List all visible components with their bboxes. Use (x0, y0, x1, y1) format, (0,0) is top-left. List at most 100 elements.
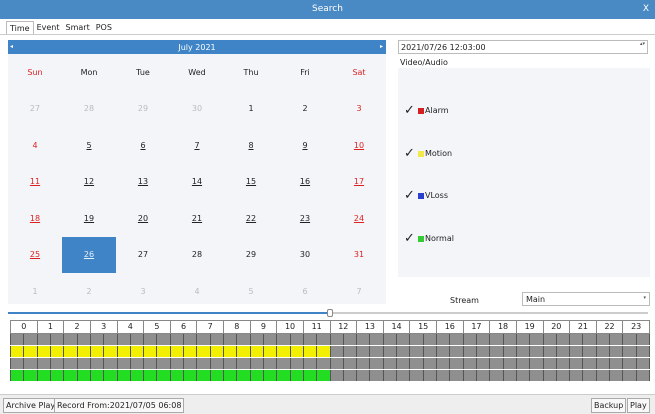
timeline-cell[interactable] (397, 370, 411, 381)
timeline-cell[interactable] (317, 346, 331, 357)
timeline-cell[interactable] (383, 358, 398, 369)
timeline-cell[interactable] (410, 346, 424, 357)
calendar-day[interactable]: 6 (116, 127, 170, 164)
timeline-row[interactable] (10, 370, 650, 382)
calendar-day[interactable]: 31 (332, 237, 386, 274)
timeline-cell[interactable] (583, 334, 597, 345)
timeline-cell[interactable] (343, 370, 358, 381)
timeline-cell[interactable] (330, 334, 344, 345)
timeline-cell[interactable] (37, 370, 51, 381)
timeline-cell[interactable] (330, 358, 344, 369)
timeline-cell[interactable] (463, 346, 477, 357)
calendar-day[interactable]: 27 (116, 237, 170, 274)
timeline-cell[interactable] (556, 346, 571, 357)
timeline-cell[interactable] (77, 370, 91, 381)
calendar-day[interactable]: 29 (224, 237, 278, 274)
timeline-cell[interactable] (237, 346, 251, 357)
timeline-cell[interactable] (130, 334, 145, 345)
timeline-cell[interactable] (423, 334, 437, 345)
calendar-day[interactable]: 17 (332, 164, 386, 201)
play-button[interactable]: Play (627, 398, 650, 413)
backup-button[interactable]: Backup (591, 398, 627, 413)
timeline-cell[interactable] (410, 358, 424, 369)
timeline-cell[interactable] (623, 370, 637, 381)
timeline-cell[interactable] (543, 334, 557, 345)
timeline-cell[interactable] (197, 358, 211, 369)
calendar-day[interactable]: 15 (224, 164, 278, 201)
timeline-cell[interactable] (263, 370, 278, 381)
timeline-cell[interactable] (10, 358, 25, 369)
timeline-cell[interactable] (210, 346, 224, 357)
timeline-cell[interactable] (450, 334, 464, 345)
datetime-input[interactable]: 2021/07/26 12:03:00 ▴▾ (398, 40, 648, 54)
timeline-cell[interactable] (303, 334, 318, 345)
timeline-cell[interactable] (157, 346, 171, 357)
timeline-cell[interactable] (197, 334, 211, 345)
timeline-cell[interactable] (170, 334, 185, 345)
timeline-cell[interactable] (370, 334, 384, 345)
timeline-cell[interactable] (10, 346, 25, 357)
timeline-cell[interactable] (317, 358, 331, 369)
timeline-cell[interactable] (383, 346, 398, 357)
calendar-day-selected[interactable]: 26 (62, 236, 116, 273)
timeline-cell[interactable] (237, 358, 251, 369)
calendar-day[interactable]: 16 (278, 164, 332, 201)
timeline-cell[interactable] (503, 358, 517, 369)
tab-smart[interactable]: Smart (63, 21, 93, 35)
timeline-cell[interactable] (423, 370, 437, 381)
timeline-cell[interactable] (410, 334, 424, 345)
timeline-cell[interactable] (184, 334, 198, 345)
timeline-cell[interactable] (157, 370, 171, 381)
calendar-day[interactable]: 19 (62, 200, 116, 237)
timeline-cell[interactable] (516, 346, 531, 357)
calendar-day[interactable]: 23 (278, 200, 332, 237)
calendar-day[interactable]: 21 (170, 200, 224, 237)
timeline-cell[interactable] (357, 334, 371, 345)
timeline-cell[interactable] (184, 346, 198, 357)
timeline-cell[interactable] (610, 358, 624, 369)
timeline-cell[interactable] (250, 334, 264, 345)
spin-icon[interactable]: ▴▾ (640, 42, 645, 47)
calendar-day[interactable]: 29 (116, 91, 170, 128)
timeline-cell[interactable] (104, 370, 118, 381)
timeline-cell[interactable] (277, 370, 291, 381)
timeline-cell[interactable] (224, 346, 238, 357)
timeline-cell[interactable] (397, 346, 411, 357)
timeline-cell[interactable] (50, 370, 65, 381)
calendar-day[interactable]: 7 (332, 273, 386, 310)
timeline-cell[interactable] (516, 370, 531, 381)
timeline-cell[interactable] (556, 358, 571, 369)
timeline-cell[interactable] (343, 346, 358, 357)
timeline-cell[interactable] (330, 346, 344, 357)
timeline-cell[interactable] (250, 370, 264, 381)
timeline-cell[interactable] (197, 346, 211, 357)
timeline-cell[interactable] (476, 334, 491, 345)
timeline-cell[interactable] (636, 334, 650, 345)
timeline-cell[interactable] (330, 370, 344, 381)
archive-play-button[interactable]: Archive Play (3, 398, 59, 413)
timeline-cell[interactable] (437, 370, 451, 381)
timeline-cell[interactable] (130, 346, 145, 357)
timeline-cell[interactable] (490, 358, 504, 369)
timeline-cell[interactable] (610, 334, 624, 345)
timeline-cell[interactable] (610, 346, 624, 357)
timeline-cell[interactable] (437, 358, 451, 369)
timeline-cell[interactable] (263, 358, 278, 369)
timeline-cell[interactable] (503, 334, 517, 345)
timeline-cell[interactable] (50, 346, 65, 357)
timeline-cell[interactable] (357, 346, 371, 357)
timeline-cell[interactable] (530, 358, 544, 369)
timeline-cell[interactable] (277, 358, 291, 369)
timeline-cell[interactable] (224, 370, 238, 381)
timeline-cell[interactable] (636, 358, 650, 369)
timeline-cell[interactable] (556, 370, 571, 381)
calendar-day[interactable]: 30 (170, 91, 224, 128)
timeline-cell[interactable] (317, 334, 331, 345)
timeline-cell[interactable] (596, 346, 611, 357)
timeline-cell[interactable] (636, 370, 650, 381)
timeline-cell[interactable] (423, 346, 437, 357)
timeline-cell[interactable] (596, 358, 611, 369)
tab-pos[interactable]: POS (93, 21, 115, 35)
timeline-cell[interactable] (277, 334, 291, 345)
timeline-cell[interactable] (250, 346, 264, 357)
